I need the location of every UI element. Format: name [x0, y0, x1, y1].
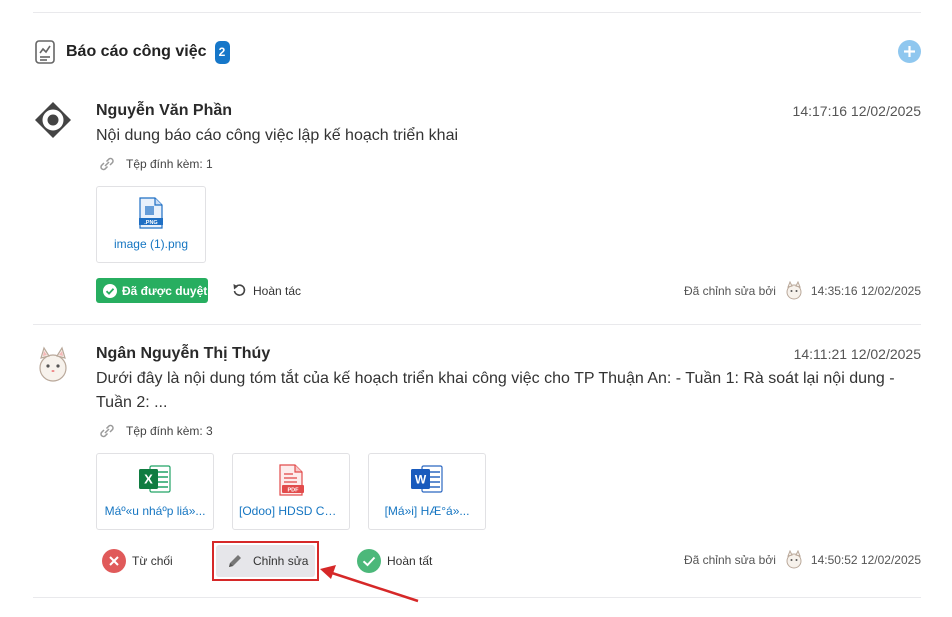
- annotation-arrow-icon: [320, 565, 419, 603]
